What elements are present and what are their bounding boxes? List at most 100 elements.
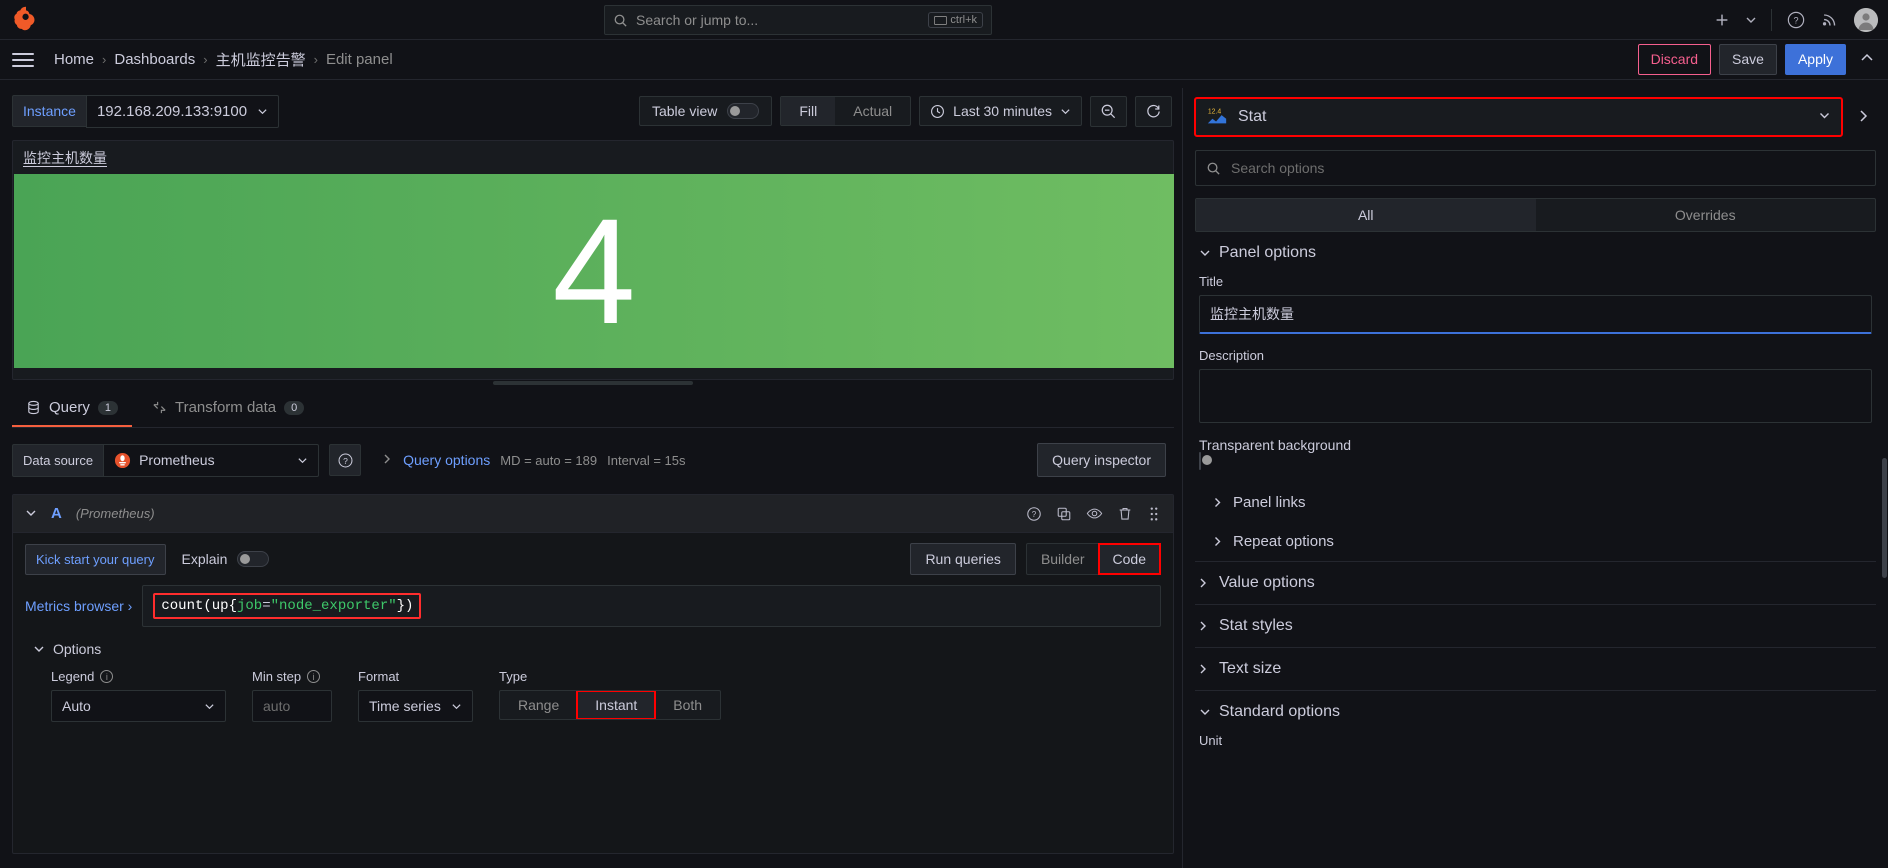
news-button[interactable] (1820, 10, 1840, 30)
collapse-options-button[interactable] (1854, 51, 1880, 68)
type-field: Type Range Instant Both (499, 669, 722, 720)
table-view-toggle[interactable] (727, 103, 760, 119)
format-select[interactable]: Time series (358, 690, 473, 722)
explain-toggle[interactable] (237, 551, 270, 567)
time-range-text: Last 30 minutes (953, 103, 1052, 119)
query-a-duplicate-button[interactable] (1056, 506, 1072, 522)
top-navigation-bar: Search or jump to... ctrl+k ? (0, 0, 1888, 40)
transparent-background-toggle[interactable] (1199, 452, 1212, 470)
panel-links-subgroup[interactable]: Panel links (1195, 483, 1876, 522)
query-a-collapse-icon[interactable] (25, 506, 37, 522)
query-options-expand-icon[interactable] (381, 452, 393, 468)
help-button[interactable]: ? (1786, 10, 1806, 30)
fill-option[interactable]: Fill (781, 97, 836, 125)
visualization-type-name: Stat (1238, 108, 1267, 125)
chevron-down-icon (1200, 709, 1210, 715)
chevron-down-icon (1200, 250, 1210, 256)
breadcrumb-separator: › (203, 52, 208, 67)
avatar-icon (1854, 8, 1878, 32)
query-a-help-button[interactable]: ? (1026, 506, 1042, 522)
min-step-input[interactable]: auto (252, 690, 332, 722)
promql-expression-input[interactable]: count(up{job="node_exporter"}) (142, 585, 1161, 627)
legend-select[interactable]: Auto (51, 690, 226, 722)
menu-toggle-button[interactable] (12, 52, 34, 67)
code-mode-option[interactable]: Code (1097, 543, 1162, 575)
breadcrumb-item-dashboard-name[interactable]: 主机监控告警 (216, 49, 306, 70)
breadcrumb-separator: › (313, 52, 318, 67)
datasource-label: Data source (12, 443, 104, 477)
plus-icon (1716, 14, 1728, 26)
query-a-toolbar: Kick start your query Explain Run querie… (13, 533, 1173, 585)
options-group-text-size: Text size (1195, 648, 1876, 691)
type-instant-option[interactable]: Instant (576, 691, 657, 719)
help-circle-icon: ? (1027, 506, 1041, 521)
chevron-down-icon (1061, 108, 1070, 114)
standard-options-header[interactable]: Standard options (1195, 691, 1876, 733)
save-button[interactable]: Save (1719, 44, 1777, 75)
tab-overrides[interactable]: Overrides (1536, 199, 1876, 231)
chevron-right-icon (1200, 664, 1206, 674)
stat-styles-chevron (1196, 620, 1214, 632)
stat-styles-header[interactable]: Stat styles (1195, 605, 1876, 647)
query-a-drag-handle[interactable] (1147, 506, 1161, 522)
panel-description-textarea[interactable] (1199, 369, 1872, 423)
user-avatar-button[interactable] (1854, 8, 1878, 32)
variable-value-dropdown[interactable]: 192.168.209.133:9100 (85, 94, 280, 128)
query-a-delete-button[interactable] (1117, 506, 1133, 522)
panel-title-label: Title (1199, 274, 1224, 289)
query-a-hide-button[interactable] (1086, 505, 1103, 522)
table-view-toggle-group[interactable]: Table view (638, 96, 773, 126)
stat-styles-title: Stat styles (1219, 617, 1293, 634)
metrics-browser-button[interactable]: Metrics browser › (25, 598, 132, 614)
panel-resize-handle[interactable] (493, 381, 693, 385)
query-options-label[interactable]: Query options (403, 452, 490, 468)
text-size-header[interactable]: Text size (1195, 648, 1876, 690)
breadcrumb-item-home[interactable]: Home (54, 51, 94, 68)
legend-info-icon[interactable]: i (100, 670, 114, 683)
global-search-box[interactable]: Search or jump to... ctrl+k (604, 5, 992, 35)
type-both-option[interactable]: Both (655, 691, 720, 719)
query-inspector-button[interactable]: Query inspector (1037, 443, 1166, 477)
kick-start-query-button[interactable]: Kick start your query (25, 543, 166, 575)
panel-edit-actions: Discard Save Apply (1637, 44, 1880, 75)
panel-options-header[interactable]: Panel options (1195, 232, 1876, 274)
value-options-header[interactable]: Value options (1195, 562, 1876, 604)
actual-option[interactable]: Actual (835, 97, 910, 125)
search-options-input[interactable]: Search options (1195, 150, 1876, 186)
format-label-row: Format (358, 669, 473, 684)
discard-button[interactable]: Discard (1637, 44, 1712, 75)
refresh-button[interactable] (1135, 95, 1172, 127)
chevron-down-icon (34, 646, 44, 652)
tab-transform-data[interactable]: Transform data 0 (138, 390, 318, 427)
type-range-option[interactable]: Range (500, 691, 577, 719)
run-queries-button[interactable]: Run queries (910, 543, 1016, 575)
value-options-chevron (1196, 577, 1214, 589)
apply-button[interactable]: Apply (1784, 44, 1846, 75)
grafana-logo-icon[interactable] (12, 5, 40, 33)
panel-title-input[interactable]: 监控主机数量 (1199, 295, 1872, 334)
panel-preview-title[interactable]: 监控主机数量 (13, 141, 1173, 174)
datasource-row: Data source Prometheus ? Query options M… (12, 440, 1174, 480)
time-range-picker[interactable]: Last 30 minutes (919, 96, 1082, 126)
panel-description-field: Description (1195, 348, 1876, 437)
query-a-options-title: Options (53, 641, 102, 657)
tab-all-options[interactable]: All (1196, 199, 1536, 231)
tab-query[interactable]: Query 1 (12, 390, 132, 427)
panel-preview: 监控主机数量 4 (12, 140, 1174, 385)
panel-links-label: Panel links (1233, 494, 1306, 511)
eye-icon (1086, 508, 1103, 519)
datasource-help-button[interactable]: ? (329, 444, 362, 476)
min-step-info-icon[interactable]: i (307, 670, 321, 683)
zoom-out-button[interactable] (1090, 95, 1127, 127)
options-pane-collapse-button[interactable] (1850, 109, 1876, 126)
builder-mode-option[interactable]: Builder (1027, 544, 1099, 574)
breadcrumb-item-dashboards[interactable]: Dashboards (114, 51, 195, 68)
query-a-options-header[interactable]: Options (33, 641, 1161, 657)
add-new-dropdown[interactable] (1745, 14, 1757, 26)
datasource-picker[interactable]: Prometheus (103, 443, 320, 477)
options-pane-scrollbar[interactable] (1882, 458, 1887, 578)
repeat-options-subgroup[interactable]: Repeat options (1195, 522, 1876, 561)
visualization-type-picker[interactable]: 12.4 Stat (1194, 97, 1843, 137)
add-new-button[interactable] (1713, 11, 1731, 29)
query-a-refid[interactable]: A (51, 505, 62, 522)
